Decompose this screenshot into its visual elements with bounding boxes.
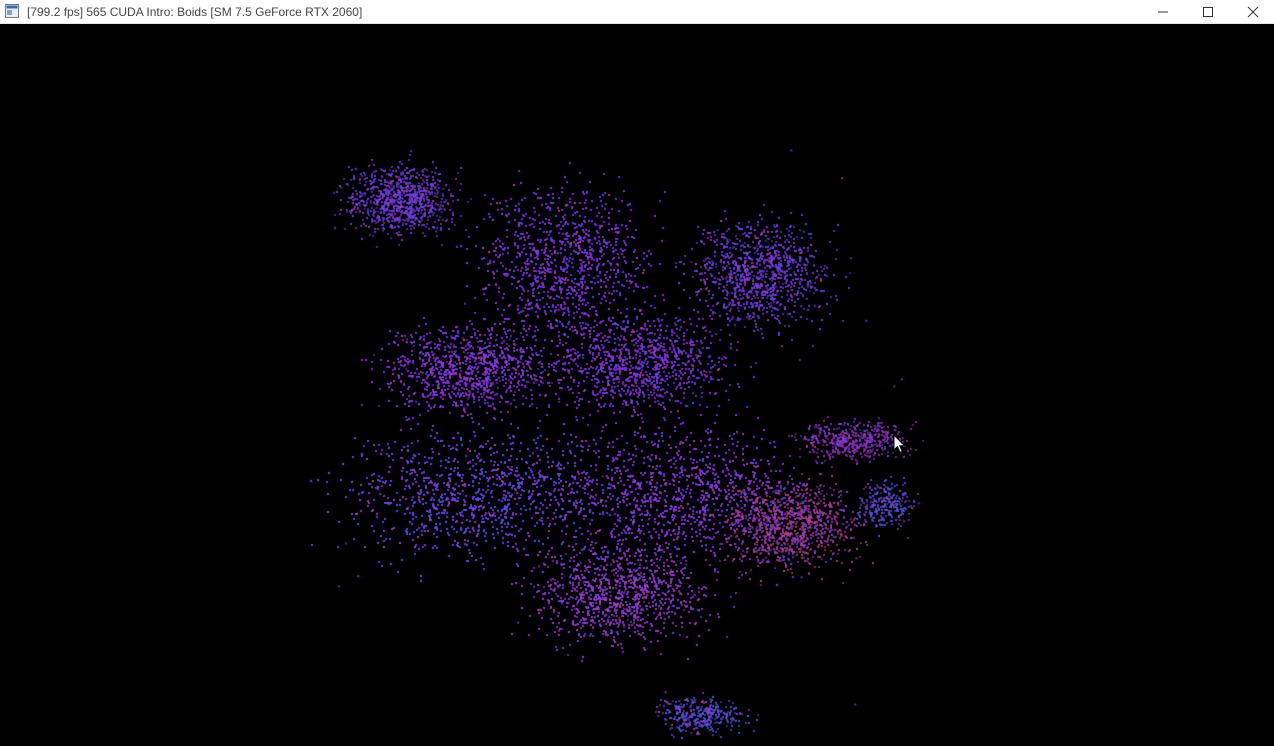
simulation-viewport[interactable] bbox=[0, 25, 1274, 746]
minimize-button[interactable] bbox=[1140, 0, 1186, 24]
close-icon bbox=[1247, 6, 1259, 18]
window-title: [799.2 fps] 565 CUDA Intro: Boids [SM 7.… bbox=[27, 5, 363, 19]
mouse-pointer-icon bbox=[893, 434, 906, 454]
minimize-icon bbox=[1158, 11, 1168, 13]
app-window: [799.2 fps] 565 CUDA Intro: Boids [SM 7.… bbox=[0, 0, 1274, 746]
title-bar[interactable]: [799.2 fps] 565 CUDA Intro: Boids [SM 7.… bbox=[0, 0, 1274, 24]
maximize-button[interactable] bbox=[1185, 0, 1231, 24]
app-window-icon bbox=[5, 4, 19, 18]
maximize-icon bbox=[1203, 7, 1213, 17]
boids-particle-canvas[interactable] bbox=[0, 25, 1274, 746]
close-button[interactable] bbox=[1230, 0, 1274, 24]
